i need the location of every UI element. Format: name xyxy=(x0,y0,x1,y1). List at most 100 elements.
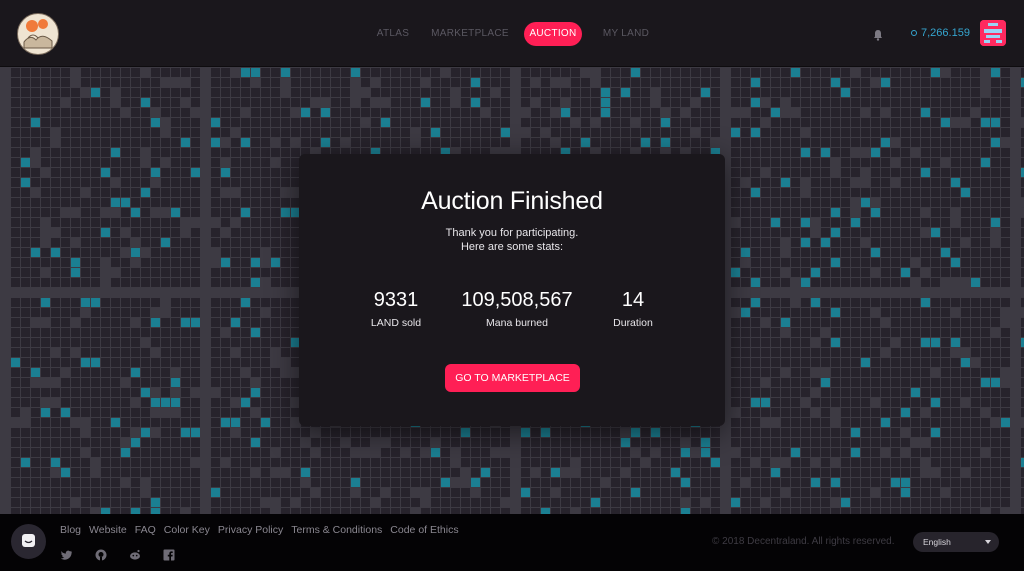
parcel[interactable] xyxy=(341,128,350,137)
parcel[interactable] xyxy=(461,438,470,447)
parcel[interactable] xyxy=(921,418,930,427)
parcel[interactable] xyxy=(281,498,290,507)
parcel[interactable] xyxy=(191,268,200,277)
parcel[interactable] xyxy=(881,128,890,137)
parcel[interactable] xyxy=(161,428,170,437)
parcel[interactable] xyxy=(941,78,950,87)
parcel[interactable] xyxy=(981,398,990,407)
parcel[interactable] xyxy=(151,118,160,127)
parcel[interactable] xyxy=(481,448,490,457)
parcel[interactable] xyxy=(771,98,780,107)
parcel[interactable] xyxy=(301,68,310,77)
parcel[interactable] xyxy=(791,378,800,387)
parcel[interactable] xyxy=(961,438,970,447)
parcel[interactable] xyxy=(801,438,810,447)
parcel[interactable] xyxy=(861,258,870,267)
parcel[interactable] xyxy=(901,358,910,367)
parcel[interactable] xyxy=(971,488,980,497)
parcel[interactable] xyxy=(141,98,150,107)
parcel[interactable] xyxy=(281,448,290,457)
parcel[interactable] xyxy=(561,118,570,127)
parcel[interactable] xyxy=(231,78,240,87)
parcel[interactable] xyxy=(51,448,60,457)
parcel[interactable] xyxy=(601,468,610,477)
parcel[interactable] xyxy=(901,338,910,347)
parcel[interactable] xyxy=(551,448,560,457)
parcel[interactable] xyxy=(961,338,970,347)
parcel[interactable] xyxy=(921,358,930,367)
parcel[interactable] xyxy=(871,478,880,487)
parcel[interactable] xyxy=(421,108,430,117)
parcel[interactable] xyxy=(961,178,970,187)
parcel[interactable] xyxy=(801,278,810,287)
parcel[interactable] xyxy=(161,258,170,267)
parcel[interactable] xyxy=(911,248,920,257)
parcel[interactable] xyxy=(21,348,30,357)
parcel[interactable] xyxy=(581,448,590,457)
parcel[interactable] xyxy=(951,298,960,307)
parcel[interactable] xyxy=(151,298,160,307)
parcel[interactable] xyxy=(831,318,840,327)
parcel[interactable] xyxy=(281,438,290,447)
parcel[interactable] xyxy=(181,158,190,167)
parcel[interactable] xyxy=(761,338,770,347)
parcel[interactable] xyxy=(821,448,830,457)
parcel[interactable] xyxy=(871,218,880,227)
parcel[interactable] xyxy=(641,108,650,117)
parcel[interactable] xyxy=(741,248,750,257)
parcel[interactable] xyxy=(571,488,580,497)
parcel[interactable] xyxy=(911,498,920,507)
parcel[interactable] xyxy=(381,68,390,77)
parcel[interactable] xyxy=(881,218,890,227)
parcel[interactable] xyxy=(781,338,790,347)
parcel[interactable] xyxy=(221,348,230,357)
parcel[interactable] xyxy=(151,438,160,447)
parcel[interactable] xyxy=(71,308,80,317)
parcel[interactable] xyxy=(31,208,40,217)
parcel[interactable] xyxy=(271,428,280,437)
parcel[interactable] xyxy=(111,348,120,357)
parcel[interactable] xyxy=(761,458,770,467)
parcel[interactable] xyxy=(131,168,140,177)
parcel[interactable] xyxy=(941,118,950,127)
parcel[interactable] xyxy=(61,408,70,417)
parcel[interactable] xyxy=(821,338,830,347)
parcel[interactable] xyxy=(1001,68,1010,77)
parcel[interactable] xyxy=(811,138,820,147)
parcel[interactable] xyxy=(21,318,30,327)
parcel[interactable] xyxy=(271,248,280,257)
parcel[interactable] xyxy=(921,168,930,177)
parcel[interactable] xyxy=(871,498,880,507)
parcel[interactable] xyxy=(461,88,470,97)
parcel[interactable] xyxy=(751,68,760,77)
parcel[interactable] xyxy=(961,228,970,237)
parcel[interactable] xyxy=(221,198,230,207)
parcel[interactable] xyxy=(861,328,870,337)
parcel[interactable] xyxy=(311,78,320,87)
parcel[interactable] xyxy=(271,118,280,127)
parcel[interactable] xyxy=(921,398,930,407)
parcel[interactable] xyxy=(701,488,710,497)
parcel[interactable] xyxy=(611,478,620,487)
parcel[interactable] xyxy=(311,138,320,147)
parcel[interactable] xyxy=(981,178,990,187)
parcel[interactable] xyxy=(591,128,600,137)
parcel[interactable] xyxy=(121,208,130,217)
parcel[interactable] xyxy=(801,478,810,487)
parcel[interactable] xyxy=(21,458,30,467)
parcel[interactable] xyxy=(181,268,190,277)
parcel[interactable] xyxy=(451,428,460,437)
parcel[interactable] xyxy=(831,238,840,247)
parcel[interactable] xyxy=(101,198,110,207)
parcel[interactable] xyxy=(941,248,950,257)
parcel[interactable] xyxy=(311,478,320,487)
parcel[interactable] xyxy=(911,158,920,167)
parcel[interactable] xyxy=(821,478,830,487)
parcel[interactable] xyxy=(591,478,600,487)
parcel[interactable] xyxy=(141,308,150,317)
parcel[interactable] xyxy=(861,348,870,357)
parcel[interactable] xyxy=(91,118,100,127)
parcel[interactable] xyxy=(191,128,200,137)
parcel[interactable] xyxy=(951,238,960,247)
parcel[interactable] xyxy=(161,328,170,337)
